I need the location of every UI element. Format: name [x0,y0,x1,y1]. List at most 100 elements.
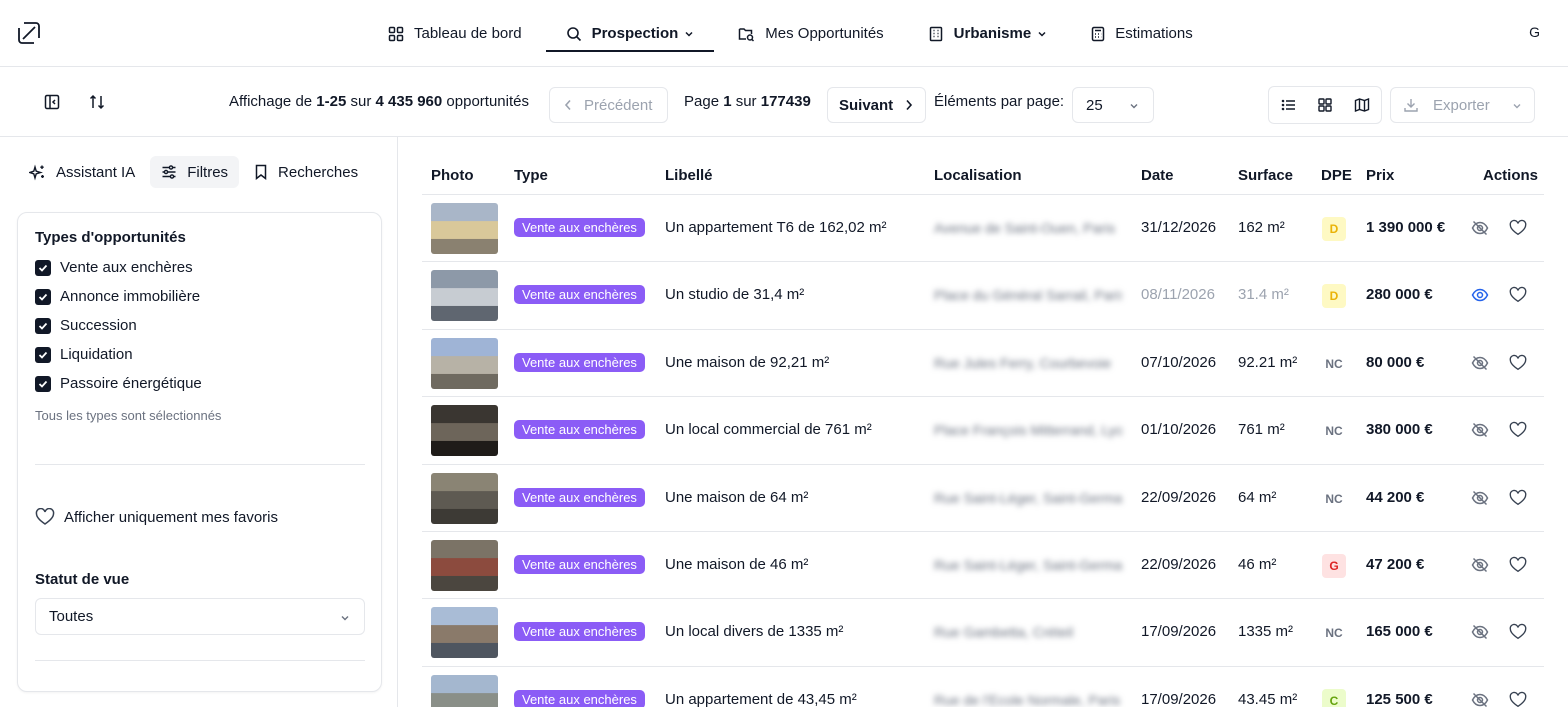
type-badge: Vente aux enchères [514,285,645,305]
date-text: 22/09/2026 [1141,555,1217,573]
surface-text: 31.4 m² [1238,286,1289,304]
type-checkbox-vente-encheres[interactable]: Vente aux enchères [35,259,193,276]
property-photo[interactable] [431,472,498,524]
chevron-down-icon [1130,104,1138,109]
types-hint: Tous les types sont sélectionnés [35,408,222,423]
eye-off-icon[interactable] [1471,556,1489,578]
table-row[interactable]: Vente aux enchères Un appartement de 43,… [422,667,1544,707]
property-photo[interactable] [431,607,498,659]
col-prix[interactable]: Prix [1366,167,1394,184]
property-photo[interactable] [431,405,498,457]
type-badge: Vente aux enchères [514,218,645,237]
col-localisation[interactable]: Localisation [934,167,1022,184]
libelle-text[interactable]: Un local commercial de 761 m² [665,421,872,438]
tab-recherches[interactable]: Recherches [243,156,369,188]
chevron-right-icon [906,99,913,111]
eye-off-icon[interactable] [1471,219,1489,241]
property-photo[interactable] [431,270,498,322]
export-button[interactable]: Exporter [1390,87,1535,123]
localisation-text-blurred: Rue Saint-Léger, Saint-Germain [934,489,1122,506]
divider [35,464,365,465]
heart-icon[interactable] [1509,421,1527,443]
favorites-toggle[interactable]: Afficher uniquement mes favoris [35,508,278,526]
table-row[interactable]: Vente aux enchères Un appartement T6 de … [422,195,1544,263]
types-title: Types d'opportunités [35,229,186,246]
nav-mes-opportunites[interactable]: Mes Opportunités [736,0,885,67]
nav-estimations[interactable]: Estimations [1089,0,1195,67]
col-surface[interactable]: Surface [1238,167,1293,184]
statut-label: Statut de vue [35,571,130,588]
property-photo[interactable] [431,337,498,389]
type-badge: Vente aux enchères [514,554,645,574]
logo-icon[interactable] [16,20,42,46]
eye-icon[interactable] [1471,286,1489,308]
map-view-button[interactable] [1354,97,1370,117]
table-row[interactable]: Vente aux enchères Un local commercial d… [422,397,1544,465]
dpe-badge: NC [1325,356,1343,371]
tab-filtres[interactable]: Filtres [150,156,240,188]
col-type[interactable]: Type [514,167,548,184]
surface-text: 46 m² [1238,555,1277,573]
table-row[interactable]: Vente aux enchères Un studio de 31,4 m² … [422,262,1544,330]
table-row[interactable]: Vente aux enchères Une maison de 46 m² R… [422,532,1544,600]
type-checkbox-passoire[interactable]: Passoire énergétique [35,375,202,392]
heart-icon[interactable] [1509,489,1527,511]
user-avatar[interactable]: G [1529,24,1540,40]
eye-off-icon[interactable] [1471,691,1489,707]
per-page-select[interactable]: 25 [1072,87,1154,123]
nav-urbanisme[interactable]: Urbanisme [926,0,1050,67]
chevron-down-icon [341,616,349,621]
surface-text: 1335 m² [1238,623,1294,641]
download-icon [1404,99,1418,112]
col-libelle[interactable]: Libellé [665,167,713,184]
libelle-text[interactable]: Une maison de 64 m² [665,489,808,506]
type-checkbox-liquidation[interactable]: Liquidation [35,346,133,363]
eye-off-icon[interactable] [1471,623,1489,645]
libelle-text[interactable]: Un appartement de 43,45 m² [665,691,857,707]
grid-view-button[interactable] [1317,97,1333,117]
property-photo[interactable] [431,203,498,254]
table-row[interactable]: Vente aux enchères Un local divers de 13… [422,599,1544,667]
eye-off-icon[interactable] [1471,354,1489,376]
heart-icon[interactable] [1509,691,1527,707]
heart-icon[interactable] [1509,219,1527,241]
next-page-button[interactable]: Suivant [827,87,926,123]
property-photo[interactable] [431,539,498,591]
heart-icon[interactable] [1509,623,1527,645]
dpe-badge: NC [1325,626,1343,641]
sidebar-toggle-icon[interactable] [43,93,61,111]
nav-tableau-de-bord[interactable]: Tableau de bord [386,0,524,67]
libelle-text[interactable]: Un local divers de 1335 m² [665,623,843,640]
libelle-text[interactable]: Un studio de 31,4 m² [665,286,804,303]
col-dpe[interactable]: DPE [1321,167,1352,184]
type-checkbox-succession[interactable]: Succession [35,317,137,334]
heart-icon[interactable] [1509,556,1527,578]
page-indicator: Page 1 sur 177439 [684,93,811,110]
price-text: 47 200 € [1366,555,1425,573]
col-photo: Photo [431,167,474,184]
table-row[interactable]: Vente aux enchères Une maison de 64 m² R… [422,465,1544,532]
price-text: 380 000 € [1366,421,1433,439]
previous-page-button[interactable]: Précédent [549,87,668,123]
property-photo[interactable] [431,674,498,707]
col-date[interactable]: Date [1141,167,1174,184]
statut-select[interactable]: Toutes [35,598,365,635]
table-row[interactable]: Vente aux enchères Une maison de 92,21 m… [422,330,1544,398]
libelle-text[interactable]: Une maison de 92,21 m² [665,354,829,371]
libelle-text[interactable]: Une maison de 46 m² [665,556,808,573]
localisation-text-blurred: Place du Général Sarrail, Paris [934,287,1122,304]
tab-assistant-ia[interactable]: Assistant IA [18,156,146,188]
date-text: 31/12/2026 [1141,219,1217,236]
chevron-down-icon [685,31,693,37]
checkbox-checked-icon [35,317,51,334]
eye-off-icon[interactable] [1471,421,1489,443]
eye-off-icon[interactable] [1471,489,1489,511]
list-view-button[interactable] [1281,97,1297,117]
date-text: 17/09/2026 [1141,690,1217,707]
heart-icon[interactable] [1509,354,1527,376]
heart-icon[interactable] [1509,286,1527,308]
sort-icon[interactable] [88,93,106,111]
type-checkbox-annonce[interactable]: Annonce immobilière [35,288,200,305]
nav-prospection[interactable]: Prospection [545,0,714,67]
libelle-text[interactable]: Un appartement T6 de 162,02 m² [665,219,887,236]
